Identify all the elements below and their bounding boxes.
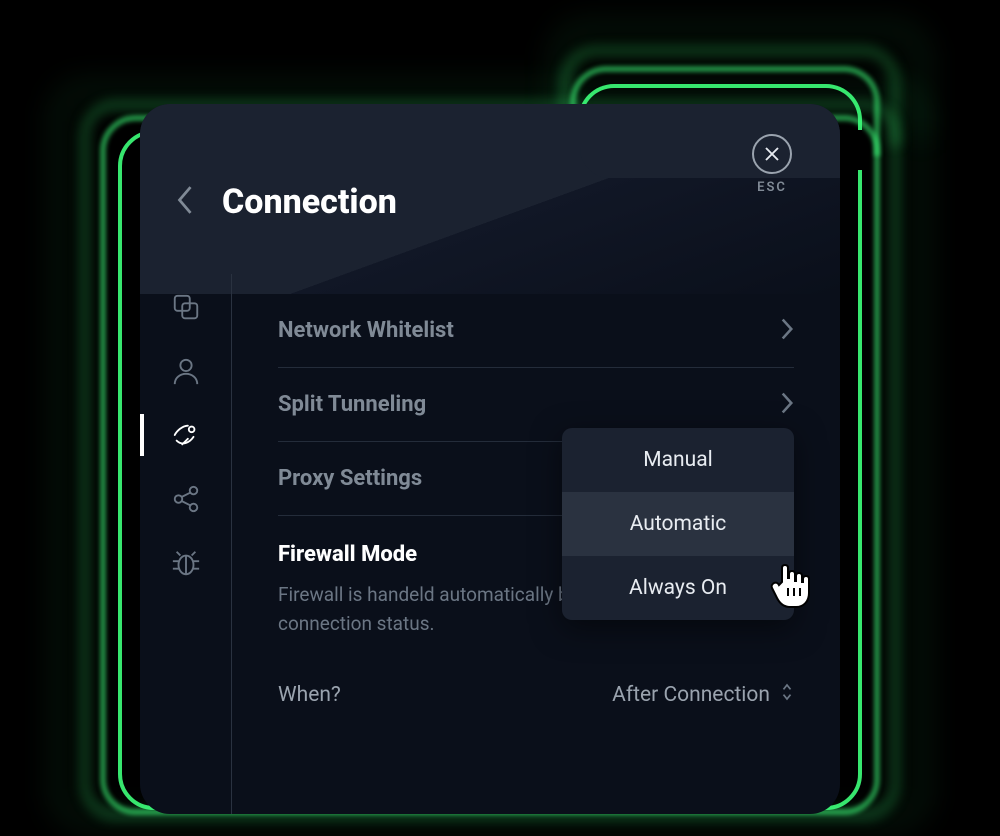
chevron-left-icon <box>174 182 196 218</box>
settings-window: ESC Connection <box>140 104 840 814</box>
back-button[interactable] <box>174 182 196 222</box>
chevron-right-icon <box>780 391 794 419</box>
sidebar-item-share[interactable] <box>140 484 231 514</box>
content-area: Network Whitelist Split Tunneling Proxy … <box>232 274 840 814</box>
sidebar-item-account[interactable] <box>140 356 231 386</box>
dropdown-option-manual[interactable]: Manual <box>562 428 794 492</box>
sidebar-item-general[interactable] <box>140 292 231 322</box>
share-icon <box>171 484 201 514</box>
close-icon <box>763 145 781 163</box>
page-title: Connection <box>222 182 397 222</box>
close-button[interactable] <box>752 134 792 174</box>
firewall-mode-dropdown: Manual Automatic Always On <box>562 428 794 620</box>
dropdown-option-always-on[interactable]: Always On <box>562 556 794 620</box>
row-label: Network Whitelist <box>278 318 454 343</box>
when-label: When? <box>278 683 341 707</box>
window-tab-bg <box>580 104 840 178</box>
chevron-right-icon <box>780 317 794 345</box>
row-label: Proxy Settings <box>278 466 422 491</box>
dropdown-option-automatic[interactable]: Automatic <box>562 492 794 556</box>
firewall-when-row: When? After Connection <box>278 682 794 708</box>
sidebar-item-connection[interactable] <box>140 420 231 450</box>
row-label: Split Tunneling <box>278 392 426 417</box>
sort-icon <box>780 682 794 708</box>
satellite-icon <box>171 420 201 450</box>
sidebar-item-debug[interactable] <box>140 548 231 578</box>
row-network-whitelist[interactable]: Network Whitelist <box>278 294 794 368</box>
when-value-select[interactable]: After Connection <box>612 682 794 708</box>
sidebar <box>140 274 232 814</box>
bug-icon <box>171 548 201 578</box>
copy-icon <box>171 292 201 322</box>
esc-label: ESC <box>757 180 787 195</box>
user-icon <box>171 356 201 386</box>
when-value: After Connection <box>612 683 770 707</box>
